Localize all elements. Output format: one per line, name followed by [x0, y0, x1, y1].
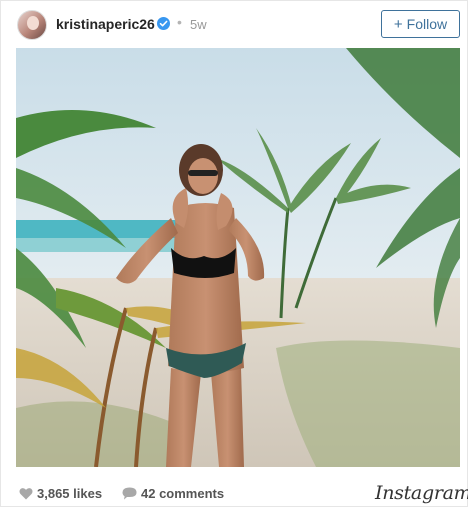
follow-button[interactable]: + Follow: [381, 10, 460, 38]
beach-scene-image: [16, 48, 460, 467]
verified-badge-icon: [157, 17, 170, 30]
post-age[interactable]: 5w: [190, 17, 207, 32]
comments-count[interactable]: 42 comments: [141, 486, 224, 501]
post-header: kristinaperic26 • 5w + Follow: [1, 1, 468, 48]
avatar[interactable]: [17, 10, 47, 40]
instagram-logo[interactable]: Instagram: [375, 482, 468, 504]
likes-count[interactable]: 3,865 likes: [37, 486, 102, 501]
instagram-embed: kristinaperic26 • 5w + Follow 3,865 like…: [0, 0, 468, 507]
speech-bubble-icon[interactable]: [122, 487, 137, 500]
heart-icon[interactable]: [19, 487, 33, 500]
post-photo[interactable]: [16, 48, 460, 467]
separator-dot: •: [177, 14, 182, 30]
post-footer: 3,865 likes 42 comments Instagram: [1, 474, 468, 508]
plus-icon: +: [393, 15, 403, 33]
follow-label: Follow: [406, 16, 448, 32]
username[interactable]: kristinaperic26: [56, 16, 155, 32]
